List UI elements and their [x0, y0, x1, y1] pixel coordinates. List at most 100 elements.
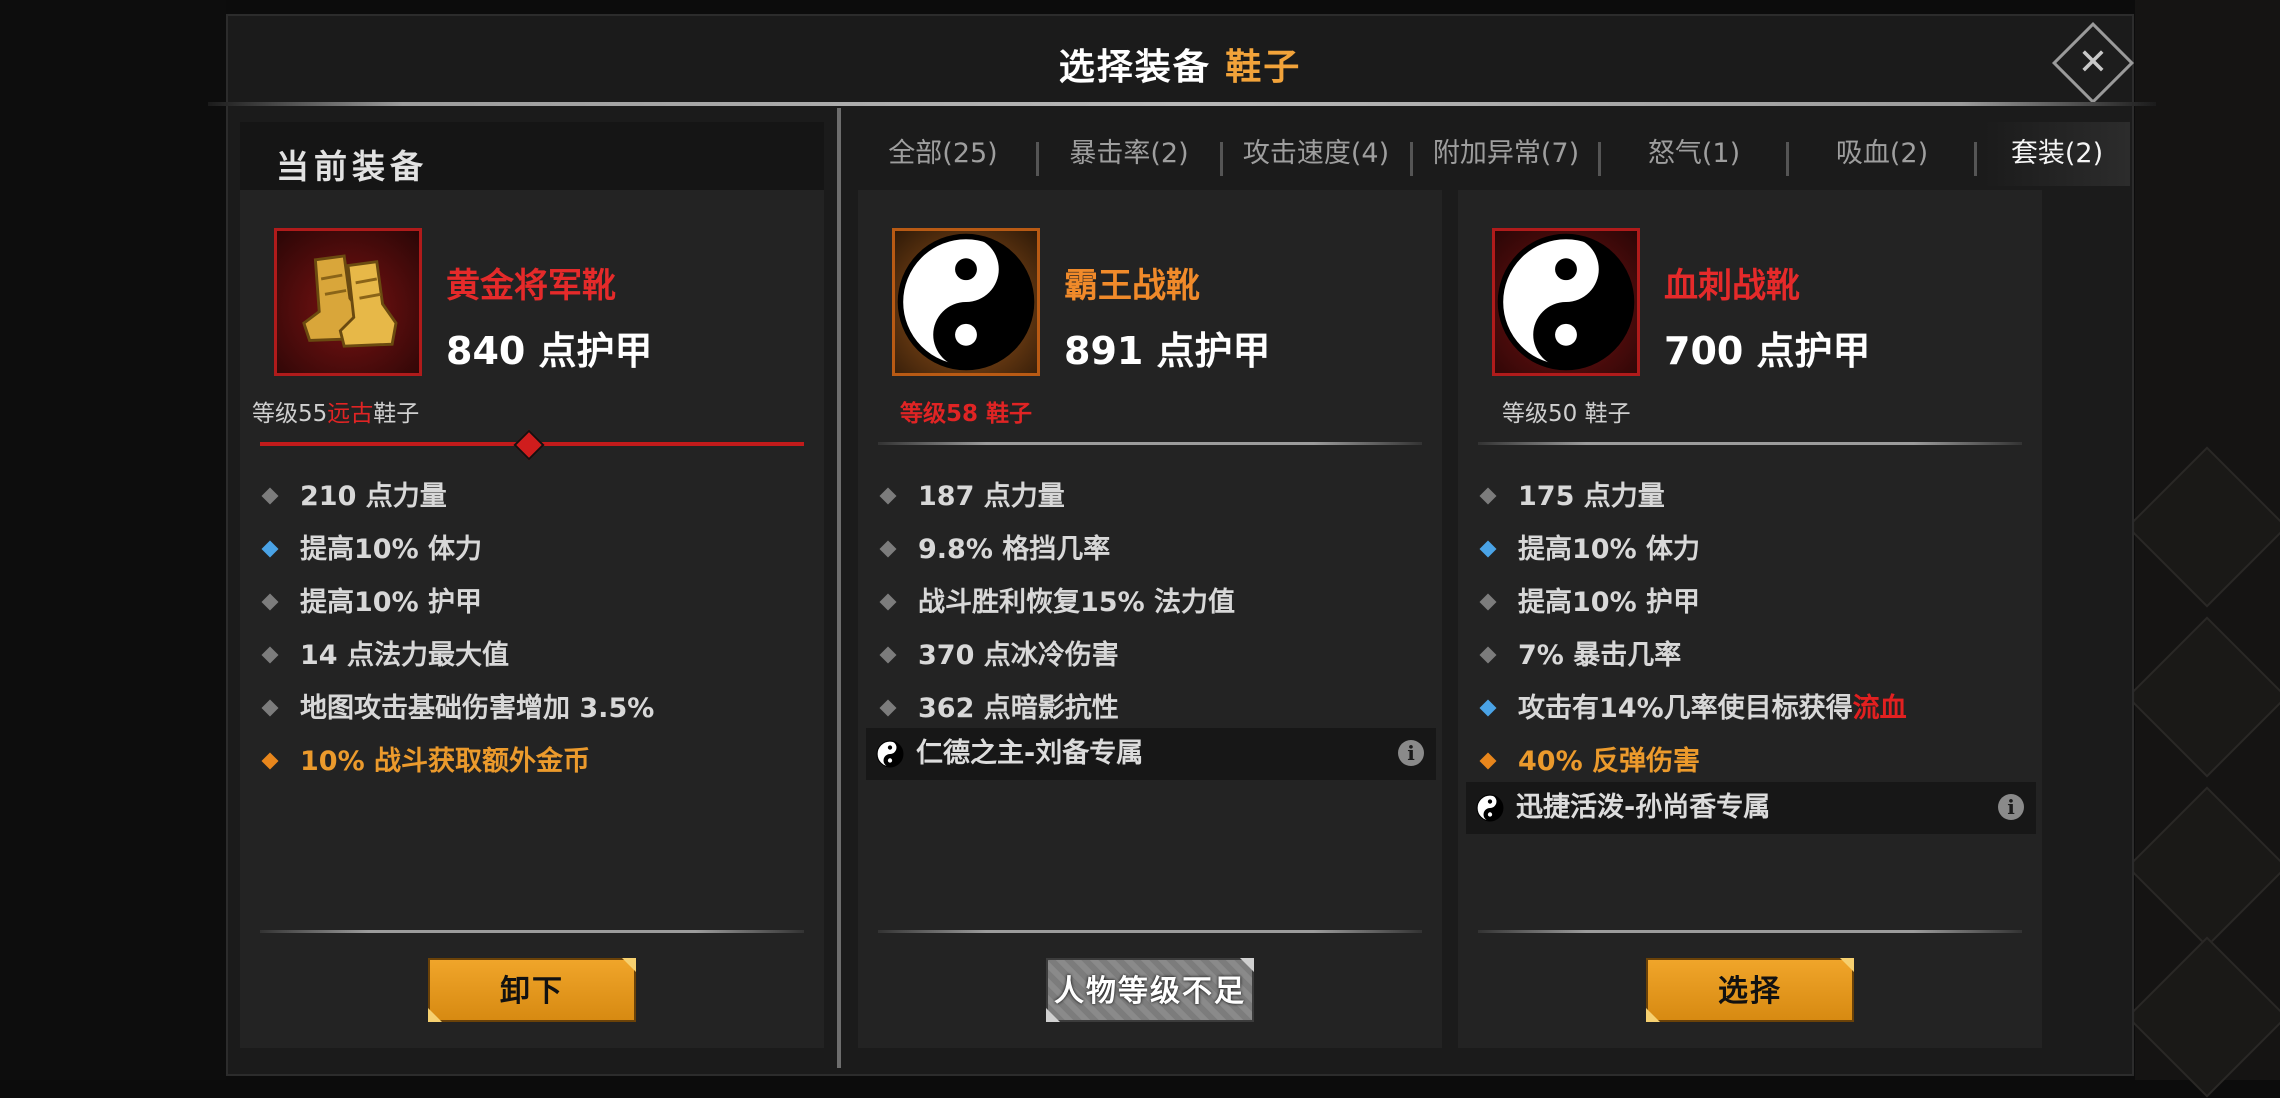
- item-armor: 700 点护甲: [1664, 329, 1871, 373]
- stat-text: 9.8% 格挡几率: [918, 534, 1111, 565]
- close-icon[interactable]: ✕: [2078, 42, 2108, 83]
- stat-bullet-icon: [261, 540, 279, 558]
- stat-text: 40% 反弹伤害: [1518, 746, 1701, 777]
- tab-rage[interactable]: 怒气(1): [1606, 122, 1782, 186]
- quality-diamond-icon: [513, 429, 545, 461]
- button-label: 卸下: [500, 974, 564, 1009]
- button-corner: [428, 1008, 442, 1022]
- stat-text: 提高10% 护甲: [1518, 587, 1701, 618]
- stat-bullet-icon: [261, 593, 279, 611]
- stat-bullet-icon: [1479, 593, 1497, 611]
- button-corner: [1646, 1008, 1660, 1022]
- stat-row: 提高10% 护甲: [260, 576, 810, 629]
- button-corner: [622, 958, 636, 972]
- stat-bullet-icon: [1479, 752, 1497, 770]
- tab-divider: [1220, 142, 1223, 176]
- select-button[interactable]: 选择: [1646, 958, 1854, 1022]
- filter-tabs: 全部(25) 暴击率(2) 攻击速度(4) 附加异常(7) 怒气(1) 吸血(2…: [858, 122, 2130, 186]
- stat-text: 210 点力量: [300, 481, 447, 512]
- stat-row: 攻击有14%几率使目标获得流血: [1478, 682, 2028, 735]
- tab-lifesteal[interactable]: 吸血(2): [1794, 122, 1970, 186]
- title-main: 选择装备: [1058, 47, 1211, 88]
- button-corner: [1046, 1008, 1060, 1022]
- stat-row: 175 点力量: [1478, 470, 2028, 523]
- tab-crit-rate[interactable]: 暴击率(2): [1044, 122, 1214, 186]
- stat-row: 40% 反弹伤害: [1478, 735, 2028, 788]
- item-stats: 175 点力量 提高10% 体力 提高10% 护甲 7% 暴击几率 攻击有14%…: [1478, 470, 2028, 788]
- set-yinyang-icon: [1476, 794, 1504, 822]
- equipment-select-panel: 选择装备 鞋子 ✕ 当前装备 全部(25) 暴击率(2) 攻击速度(4) 附加异…: [208, 14, 2156, 1076]
- stat-row: 战斗胜利恢复15% 法力值: [878, 576, 1428, 629]
- stat-bullet-icon: [261, 699, 279, 717]
- stat-row: 地图攻击基础伤害增加 3.5%: [260, 682, 810, 735]
- stat-row: 提高10% 护甲: [1478, 576, 2028, 629]
- info-icon[interactable]: i: [1998, 794, 2024, 820]
- stat-text: 362 点暗影抗性: [918, 693, 1119, 724]
- button-label: 人物等级不足: [1054, 974, 1246, 1009]
- level-value: 等级55: [252, 401, 328, 427]
- stat-text: 187 点力量: [918, 481, 1065, 512]
- stat-row: 提高10% 体力: [1478, 523, 2028, 576]
- set-bonus-row[interactable]: 迅捷活泼-孙尚香专属 i: [1466, 782, 2036, 834]
- card-divider: [878, 442, 1422, 445]
- unequip-button[interactable]: 卸下: [428, 958, 636, 1022]
- stat-bullet-icon: [879, 699, 897, 717]
- set-bonus-text: 仁德之主-刘备专属: [916, 738, 1144, 769]
- tab-divider: [1974, 142, 1977, 176]
- title-accent: 鞋子: [1225, 47, 1302, 88]
- item-icon[interactable]: [892, 228, 1040, 376]
- golden-boots-icon: [302, 254, 398, 348]
- info-icon[interactable]: i: [1398, 740, 1424, 766]
- card-divider: [260, 930, 804, 933]
- tab-set[interactable]: 套装(2): [1984, 122, 2130, 186]
- item-level: 等级50 鞋子: [1502, 401, 1631, 427]
- stat-bullet-icon: [1479, 699, 1497, 717]
- card-divider: [1478, 442, 2022, 445]
- stat-bullet-icon: [879, 646, 897, 664]
- stat-row: 10% 战斗获取额外金币: [260, 735, 810, 788]
- current-equipment-card: 黄金将军靴 840 点护甲 等级55远古鞋子 210 点力量 提高10% 体力 …: [240, 190, 824, 1048]
- stat-row: 187 点力量: [878, 470, 1428, 523]
- item-armor: 840 点护甲: [446, 329, 653, 373]
- tab-attack-speed[interactable]: 攻击速度(4): [1228, 122, 1404, 186]
- stat-row: 14 点法力最大值: [260, 629, 810, 682]
- item-stats: 187 点力量 9.8% 格挡几率 战斗胜利恢复15% 法力值 370 点冰冷伤…: [878, 470, 1428, 735]
- close-button[interactable]: ✕: [2051, 21, 2135, 105]
- stat-row: 9.8% 格挡几率: [878, 523, 1428, 576]
- column-divider: [837, 108, 841, 1068]
- set-yinyang-icon: [897, 233, 1035, 371]
- item-name: 黄金将军靴: [446, 266, 616, 306]
- item-icon[interactable]: [274, 228, 422, 376]
- background-left: [0, 0, 226, 1080]
- item-name: 血刺战靴: [1664, 266, 1800, 306]
- current-equipment-header: 当前装备: [240, 122, 824, 194]
- card-divider: [878, 930, 1422, 933]
- stat-text: 提高10% 体力: [300, 534, 483, 565]
- item-icon[interactable]: [1492, 228, 1640, 376]
- tab-extra-status[interactable]: 附加异常(7): [1418, 122, 1594, 186]
- stat-row: 7% 暴击几率: [1478, 629, 2028, 682]
- item-stats: 210 点力量 提高10% 体力 提高10% 护甲 14 点法力最大值 地图攻击…: [260, 470, 810, 788]
- panel-title: 选择装备 鞋子: [228, 38, 2132, 90]
- item-level: 等级55远古鞋子: [252, 394, 419, 428]
- current-equipment-label: 当前装备: [276, 147, 428, 186]
- set-bonus-row[interactable]: 仁德之主-刘备专属 i: [866, 728, 1436, 780]
- stat-bullet-icon: [1479, 646, 1497, 664]
- stat-text: 攻击有14%几率使目标获得: [1518, 693, 1853, 724]
- equipment-card[interactable]: 霸王战靴 891 点护甲 等级58 鞋子 187 点力量 9.8% 格挡几率 战…: [858, 190, 1442, 1048]
- stat-bullet-icon: [1479, 487, 1497, 505]
- card-divider: [1478, 930, 2022, 933]
- stat-row: 210 点力量: [260, 470, 810, 523]
- item-armor: 891 点护甲: [1064, 329, 1271, 373]
- stat-text: 175 点力量: [1518, 481, 1665, 512]
- tab-all[interactable]: 全部(25): [858, 122, 1028, 186]
- stat-text: 14 点法力最大值: [300, 640, 509, 671]
- set-yinyang-icon: [876, 740, 904, 768]
- level-insufficient-button[interactable]: 人物等级不足: [1046, 958, 1254, 1022]
- button-label: 选择: [1718, 974, 1782, 1009]
- stat-bullet-icon: [261, 646, 279, 664]
- stat-highlight: 流血: [1852, 693, 1907, 724]
- stat-bullet-icon: [879, 540, 897, 558]
- item-name: 霸王战靴: [1064, 266, 1200, 306]
- equipment-card[interactable]: 血刺战靴 700 点护甲 等级50 鞋子 175 点力量 提高10% 体力 提高…: [1458, 190, 2042, 1048]
